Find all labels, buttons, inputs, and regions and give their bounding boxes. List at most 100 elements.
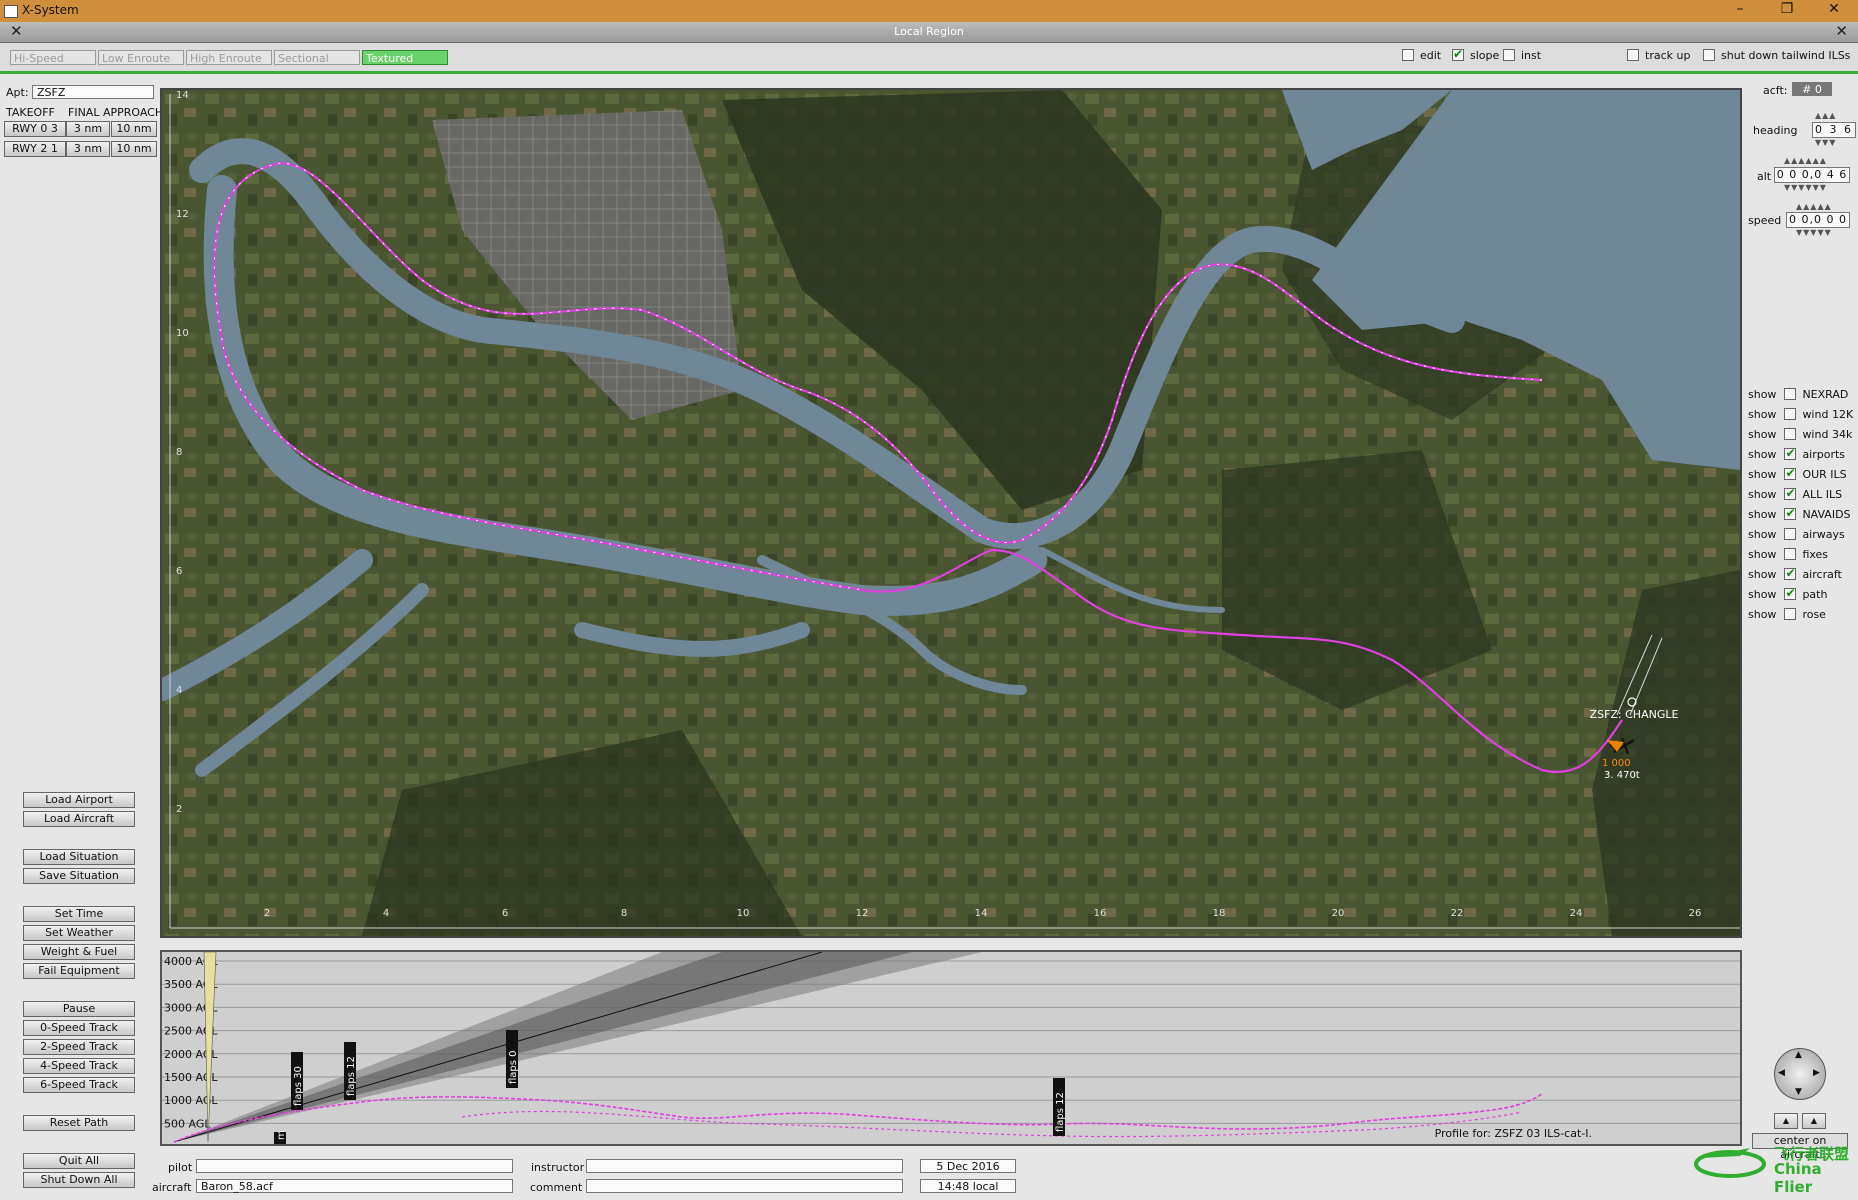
shutdown-tailwind-ils-checkbox[interactable] (1703, 49, 1715, 61)
speed-down-arrows[interactable]: ▼▼▼▼▼ (1796, 228, 1832, 237)
layer-toggle-navaids[interactable]: show NAVAIDS (1748, 506, 1851, 522)
tab-high-enroute[interactable]: High Enroute (186, 50, 272, 65)
layer-name: wind 34k (1802, 428, 1853, 441)
layer-toggle-path[interactable]: show path (1748, 586, 1827, 602)
layer-checkbox[interactable] (1784, 566, 1797, 580)
aircraft-selector[interactable]: # 0 (1792, 82, 1832, 96)
2-speed-track-button[interactable]: 2-Speed Track (23, 1039, 135, 1055)
heading-up-arrows[interactable]: ▲▲▲ (1815, 111, 1836, 120)
layer-checkbox[interactable] (1784, 428, 1797, 440)
tab-sectional[interactable]: Sectional (274, 50, 360, 65)
instructor-input[interactable] (586, 1159, 903, 1173)
layer-toggle-our-ils[interactable]: show OUR ILS (1748, 466, 1847, 482)
track-up-checkbox[interactable] (1627, 49, 1639, 61)
set-weather-button[interactable]: Set Weather (23, 925, 135, 941)
speed-up-arrows[interactable]: ▲▲▲▲▲ (1796, 202, 1832, 211)
layer-checkbox[interactable] (1784, 446, 1797, 460)
reset-path-button[interactable]: Reset Path (23, 1115, 135, 1131)
heading-dial[interactable]: 0 3 6 (1812, 122, 1856, 138)
save-situation-button[interactable]: Save Situation (23, 868, 135, 884)
shutdown-tailwind-ils-toggle[interactable]: shut down tailwind ILSs (1703, 49, 1850, 63)
aircraft-input[interactable]: Baron_58.acf (196, 1179, 513, 1193)
layer-toggle-wind-12k[interactable]: show wind 12K (1748, 408, 1853, 422)
zoom-in-button[interactable]: ▲ (1802, 1113, 1826, 1129)
layer-toggle-rose[interactable]: show rose (1748, 608, 1826, 622)
pause-button[interactable]: Pause (23, 1001, 135, 1017)
shut-down-all-button[interactable]: Shut Down All (23, 1172, 135, 1188)
speed-dial[interactable]: 0 0,0 0 0 (1786, 212, 1850, 228)
x-tick-label: 24 (1570, 908, 1583, 919)
close-button[interactable]: ✕ (1824, 1, 1844, 17)
quit-all-button[interactable]: Quit All (23, 1153, 135, 1169)
rwy-21-10nm-button[interactable]: 10 nm (111, 141, 157, 157)
load-airport-button[interactable]: Load Airport (23, 792, 135, 808)
set-time-button[interactable]: Set Time (23, 906, 135, 922)
comment-label: comment (530, 1181, 583, 1194)
0-speed-track-button[interactable]: 0-Speed Track (23, 1020, 135, 1036)
satellite-map[interactable]: ZSFZ: CHANGLE 1 000 3. 470t 2 4 6 8 10 12 14 16… (162, 90, 1740, 936)
subwindow-close-right-icon[interactable]: ✕ (1835, 22, 1848, 40)
pan-up-icon[interactable]: ▲ (1795, 1050, 1802, 1060)
layer-checkbox[interactable] (1784, 506, 1797, 520)
alt-dial[interactable]: 0 0 0,0 4 6 (1774, 167, 1850, 183)
weight-fuel-button[interactable]: Weight & Fuel (23, 944, 135, 960)
inst-toggle[interactable]: inst (1503, 49, 1541, 63)
tab-hi-speed[interactable]: Hi-Speed (10, 50, 96, 65)
comment-input[interactable] (586, 1179, 903, 1193)
alt-up-arrows[interactable]: ▲▲▲▲▲▲ (1784, 156, 1827, 165)
x-tick-label: 16 (1094, 908, 1107, 919)
layer-name: ALL ILS (1802, 488, 1843, 501)
time-field[interactable]: 14:48 local (920, 1179, 1016, 1193)
airport-input[interactable]: ZSFZ (32, 85, 154, 99)
rwy-03-3nm-button[interactable]: 3 nm (66, 121, 110, 137)
layer-toggle-aircraft[interactable]: show aircraft (1748, 566, 1842, 582)
show-label: show (1748, 568, 1777, 581)
load-situation-button[interactable]: Load Situation (23, 849, 135, 865)
layer-toggle-nexrad[interactable]: show NEXRAD (1748, 388, 1848, 402)
layer-checkbox[interactable] (1784, 388, 1797, 400)
layer-checkbox[interactable] (1784, 608, 1797, 620)
load-aircraft-button[interactable]: Load Aircraft (23, 811, 135, 827)
rwy-03-10nm-button[interactable]: 10 nm (111, 121, 157, 137)
tab-textured[interactable]: Textured (362, 50, 448, 65)
layer-toggle-wind-34k[interactable]: show wind 34k (1748, 428, 1852, 442)
pan-right-icon[interactable]: ▶ (1813, 1068, 1820, 1078)
heading-down-arrows[interactable]: ▼▼▼ (1815, 138, 1836, 147)
layer-toggle-all-ils[interactable]: show ALL ILS (1748, 486, 1843, 502)
layer-checkbox[interactable] (1784, 528, 1797, 540)
fail-equipment-button[interactable]: Fail Equipment (23, 963, 135, 979)
rwy-21-3nm-button[interactable]: 3 nm (66, 141, 110, 157)
track-up-toggle[interactable]: track up (1627, 49, 1690, 63)
layer-checkbox[interactable] (1784, 586, 1797, 600)
pan-control[interactable]: ▲ ▼ ◀ ▶ (1774, 1048, 1826, 1100)
minimize-button[interactable]: – (1730, 1, 1750, 17)
x-tick-label: 4 (383, 908, 389, 919)
layer-toggle-fixes[interactable]: show fixes (1748, 548, 1828, 562)
6-speed-track-button[interactable]: 6-Speed Track (23, 1077, 135, 1093)
layer-checkbox[interactable] (1784, 466, 1797, 480)
layer-checkbox[interactable] (1784, 408, 1797, 420)
date-field[interactable]: 5 Dec 2016 (920, 1159, 1016, 1173)
alt-down-arrows[interactable]: ▼▼▼▼▼▼ (1784, 183, 1827, 192)
alt-label: alt (1757, 170, 1772, 183)
layer-toggle-airways[interactable]: show airways (1748, 528, 1845, 542)
pan-down-icon[interactable]: ▼ (1795, 1087, 1802, 1097)
edit-toggle[interactable]: edit (1402, 49, 1441, 63)
restore-button[interactable]: ❐ (1777, 1, 1797, 17)
rwy-03-takeoff-button[interactable]: RWY 0 3 (4, 121, 66, 137)
layer-toggle-airports[interactable]: show airports (1748, 446, 1845, 462)
layer-checkbox[interactable] (1784, 486, 1797, 500)
tab-low-enroute[interactable]: Low Enroute (98, 50, 184, 65)
pilot-input[interactable] (196, 1159, 513, 1173)
edit-checkbox[interactable] (1402, 49, 1414, 61)
4-speed-track-button[interactable]: 4-Speed Track (23, 1058, 135, 1074)
slope-toggle[interactable]: slope (1452, 47, 1499, 63)
map-view[interactable]: ZSFZ: CHANGLE 1 000 3. 470t 2 4 6 8 10 12 14 16… (160, 88, 1742, 938)
rwy-21-takeoff-button[interactable]: RWY 2 1 (4, 141, 66, 157)
layer-checkbox[interactable] (1784, 548, 1797, 560)
zoom-out-button[interactable]: ▲ (1774, 1113, 1798, 1129)
inst-checkbox[interactable] (1503, 49, 1515, 61)
layer-name: fixes (1802, 548, 1829, 561)
pan-left-icon[interactable]: ◀ (1778, 1068, 1785, 1078)
slope-checkbox[interactable] (1452, 47, 1464, 61)
